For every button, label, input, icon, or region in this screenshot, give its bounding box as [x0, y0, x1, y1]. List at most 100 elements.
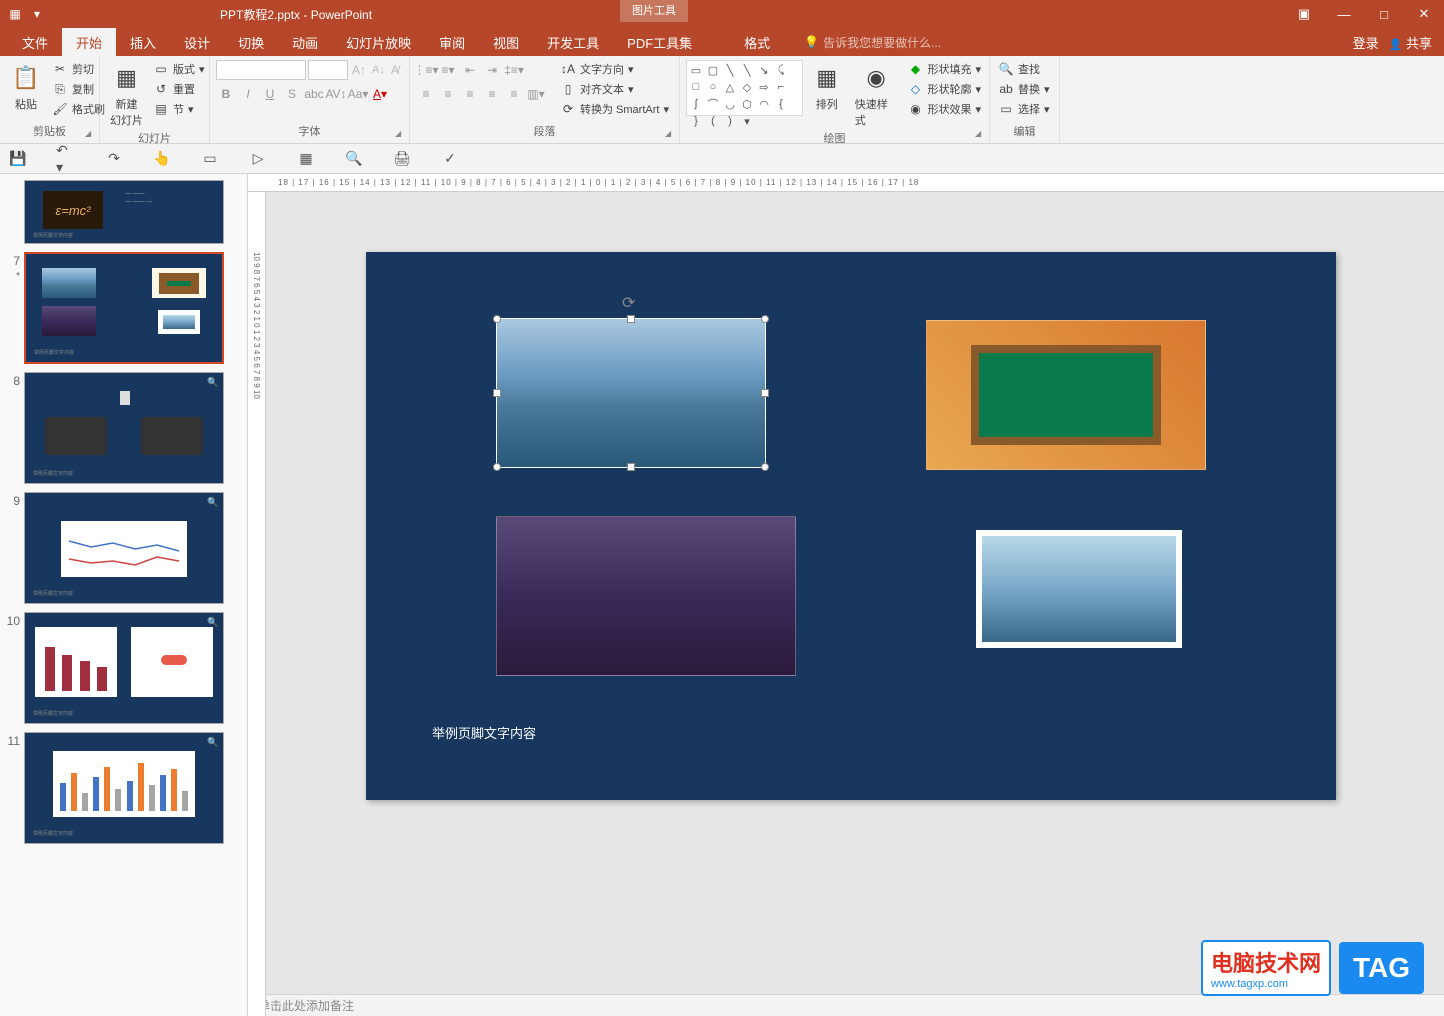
shape-paren-icon[interactable]: (: [706, 114, 720, 128]
dialog-launcher-icon[interactable]: ◢: [85, 129, 97, 141]
justify-button[interactable]: ≡: [482, 84, 502, 104]
shape-fill-button[interactable]: ◆形状填充 ▾: [905, 60, 983, 78]
resize-handle[interactable]: [761, 389, 769, 397]
ribbon-display-icon[interactable]: ▣: [1284, 0, 1324, 28]
font-family-input[interactable]: [216, 60, 306, 80]
slide-image-cityscape[interactable]: [496, 516, 796, 676]
quick-print-icon[interactable]: 🖨: [392, 149, 412, 169]
line-spacing-button[interactable]: ‡≡▾: [504, 60, 524, 80]
print-preview-icon[interactable]: 🔍: [344, 149, 364, 169]
shape-elbow-icon[interactable]: ⌐: [774, 80, 788, 94]
shape-triangle-icon[interactable]: △: [723, 80, 737, 94]
dialog-launcher-icon[interactable]: ◢: [975, 129, 987, 141]
slide-footer-text[interactable]: 举例页脚文字内容: [432, 723, 536, 742]
select-button[interactable]: ▭选择 ▾: [996, 100, 1052, 118]
save-icon[interactable]: 💾: [8, 149, 28, 169]
decrease-font-icon[interactable]: A↓: [370, 64, 387, 76]
tab-slideshow[interactable]: 幻灯片放映: [332, 27, 425, 58]
touch-mode-icon[interactable]: 👆: [152, 149, 172, 169]
resize-handle[interactable]: [761, 463, 769, 471]
shape-diamond-icon[interactable]: ◇: [740, 80, 754, 94]
tab-animations[interactable]: 动画: [278, 27, 332, 58]
magnify-icon[interactable]: 🔍: [207, 617, 219, 629]
slide-canvas[interactable]: ⟳ 举例页脚文字内容: [248, 192, 1444, 994]
font-size-input[interactable]: [308, 60, 348, 80]
increase-font-icon[interactable]: A↑: [350, 63, 368, 77]
close-icon[interactable]: ✕: [1404, 0, 1444, 28]
slide-thumb-7[interactable]: 7* 举例页脚文字内容: [4, 252, 243, 364]
shape-circle-icon[interactable]: ○: [706, 80, 720, 94]
smartart-button[interactable]: ⟳转换为 SmartArt ▾: [558, 100, 671, 118]
shape-hex-icon[interactable]: ⬡: [740, 97, 754, 111]
shape-line2-icon[interactable]: ╲: [740, 63, 754, 77]
align-right-button[interactable]: ≡: [460, 84, 480, 104]
tab-file[interactable]: 文件: [8, 27, 62, 58]
case-button[interactable]: Aa▾: [348, 84, 368, 104]
screenshot-icon[interactable]: ▭: [200, 149, 220, 169]
dialog-launcher-icon[interactable]: ◢: [665, 129, 677, 141]
underline-button[interactable]: U: [260, 84, 280, 104]
insert-icon[interactable]: ▦: [296, 149, 316, 169]
quick-styles-button[interactable]: ◉ 快速样式: [851, 60, 902, 130]
numbering-button[interactable]: ≡▾: [438, 60, 458, 80]
shape-more-icon[interactable]: ▾: [740, 114, 754, 128]
slide-thumb-9[interactable]: 9 举例页脚文字内容 🔍: [4, 492, 243, 604]
align-text-button[interactable]: ▯对齐文本 ▾: [558, 80, 671, 98]
font-color-button[interactable]: A▾: [370, 84, 390, 104]
shadow-button[interactable]: abc: [304, 84, 324, 104]
shape-curve-icon[interactable]: ∫: [689, 97, 703, 111]
resize-handle[interactable]: [493, 315, 501, 323]
tab-developer[interactable]: 开发工具: [533, 27, 613, 58]
tab-design[interactable]: 设计: [170, 27, 224, 58]
paste-button[interactable]: 📋 粘贴: [6, 60, 46, 114]
shape-line-icon[interactable]: ╲: [723, 63, 737, 77]
tab-review[interactable]: 审阅: [425, 27, 479, 58]
tab-home[interactable]: 开始: [62, 27, 116, 58]
from-beginning-icon[interactable]: ▷: [248, 149, 268, 169]
shape-brace2-icon[interactable]: }: [689, 114, 703, 128]
redo-icon[interactable]: ↷: [104, 149, 124, 169]
shape-arc2-icon[interactable]: ◠: [757, 97, 771, 111]
arrange-button[interactable]: ▦ 排列: [807, 60, 847, 114]
tab-transitions[interactable]: 切换: [224, 27, 278, 58]
text-direction-button[interactable]: ↕A文字方向 ▾: [558, 60, 671, 78]
magnify-icon[interactable]: 🔍: [207, 497, 219, 509]
spacing-button[interactable]: AV↕: [326, 84, 346, 104]
shapes-gallery[interactable]: ▭▢╲╲↘⤹□○ △◇⇨⌐∫⌒◡⬡ ◠{}()▾: [686, 60, 803, 116]
login-button[interactable]: 登录: [1353, 33, 1379, 52]
shape-arc-icon[interactable]: ◡: [723, 97, 737, 111]
tab-insert[interactable]: 插入: [116, 27, 170, 58]
slide[interactable]: ⟳ 举例页脚文字内容: [366, 252, 1336, 800]
distribute-button[interactable]: ≡: [504, 84, 524, 104]
align-left-button[interactable]: ≡: [416, 84, 436, 104]
magnify-icon[interactable]: 🔍: [207, 377, 219, 389]
layout-button[interactable]: ▭版式 ▾: [151, 60, 207, 78]
shape-textbox-icon[interactable]: ▢: [706, 63, 720, 77]
section-button[interactable]: ▤节 ▾: [151, 100, 207, 118]
shape-connector-icon[interactable]: ⤹: [774, 63, 788, 77]
shape-arrow2-icon[interactable]: ⇨: [757, 80, 771, 94]
strikethrough-button[interactable]: S: [282, 84, 302, 104]
rotate-handle-icon[interactable]: ⟳: [622, 293, 640, 311]
dialog-launcher-icon[interactable]: ◢: [395, 129, 407, 141]
shape-effects-button[interactable]: ◉形状效果 ▾: [905, 100, 983, 118]
resize-handle[interactable]: [627, 463, 635, 471]
resize-handle[interactable]: [761, 315, 769, 323]
slide-image-chalkboard[interactable]: [926, 320, 1206, 470]
cut-button[interactable]: ✂剪切: [50, 60, 107, 78]
tell-me-search[interactable]: 💡 告诉我您想要做什么...: [804, 34, 941, 51]
spell-check-icon[interactable]: ✓: [440, 149, 460, 169]
maximize-icon[interactable]: □: [1364, 0, 1404, 28]
magnify-icon[interactable]: 🔍: [207, 737, 219, 749]
undo-icon[interactable]: ↶ ▾: [56, 149, 76, 169]
shape-brace-icon[interactable]: {: [774, 97, 788, 111]
tab-format[interactable]: 格式: [730, 27, 784, 58]
qat-dropdown-icon[interactable]: ▾: [30, 7, 44, 21]
find-button[interactable]: 🔍查找: [996, 60, 1052, 78]
slide-thumb-10[interactable]: 10 举例页脚文字内容 🔍: [4, 612, 243, 724]
shape-square-icon[interactable]: □: [689, 80, 703, 94]
slide-thumb-8[interactable]: 8 举例页脚文字内容 🔍: [4, 372, 243, 484]
slide-thumb[interactable]: ε=mc² — ——— —— — 举例页脚文字内容: [4, 180, 243, 244]
increase-indent-button[interactable]: ⇥: [482, 60, 502, 80]
decrease-indent-button[interactable]: ⇤: [460, 60, 480, 80]
